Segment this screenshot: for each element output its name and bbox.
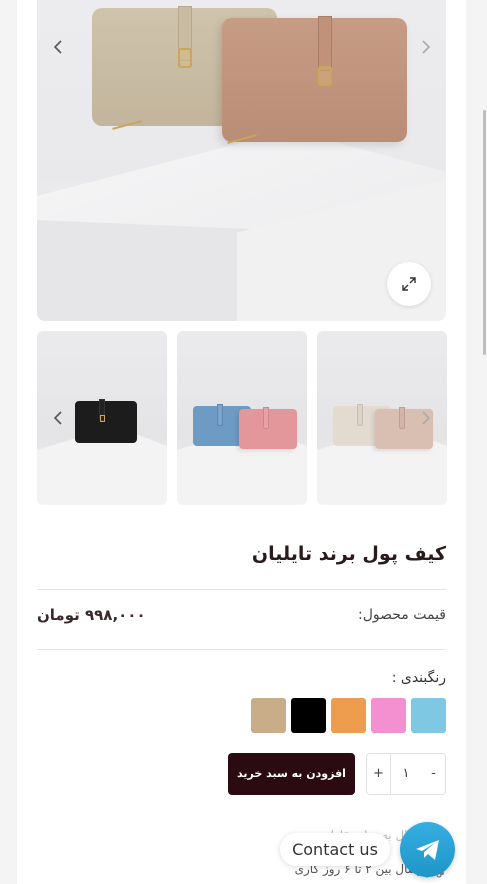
chevron-right-icon[interactable] [416,408,436,428]
wallet-brown [222,16,407,144]
color-swatch-beige[interactable] [251,698,286,733]
price-label: قیمت محصول: [357,607,446,623]
contact-us-label[interactable]: Contact us [280,833,390,866]
color-label: رنگبندی : [391,670,446,686]
quantity-input[interactable]: ۱ [390,753,422,795]
telegram-button[interactable] [400,822,455,877]
divider [37,589,446,590]
telegram-icon [415,839,439,860]
chevron-left-icon[interactable] [48,37,68,57]
quantity-decrease-button[interactable]: - [421,753,446,795]
color-swatch-orange[interactable] [331,698,366,733]
color-swatch-light-blue[interactable] [411,698,446,733]
thumbnail-blue-pink-wallets[interactable] [177,331,307,505]
price-value: ۹۹۸,۰۰۰ تومان [37,606,146,624]
chevron-right-icon[interactable] [416,37,436,57]
add-to-cart-button[interactable]: افزودن به سبد خرید [228,753,355,795]
main-product-image[interactable] [37,0,446,321]
chevron-left-icon[interactable] [48,408,68,428]
color-swatch-pink[interactable] [371,698,406,733]
expand-icon [402,277,416,291]
color-swatch-black[interactable] [291,698,326,733]
product-title: کیف پول برند تایلیان [251,543,446,565]
divider [37,649,446,650]
zoom-button[interactable] [387,262,431,306]
scrollbar[interactable] [483,110,486,355]
quantity-increase-button[interactable]: + [366,753,391,795]
